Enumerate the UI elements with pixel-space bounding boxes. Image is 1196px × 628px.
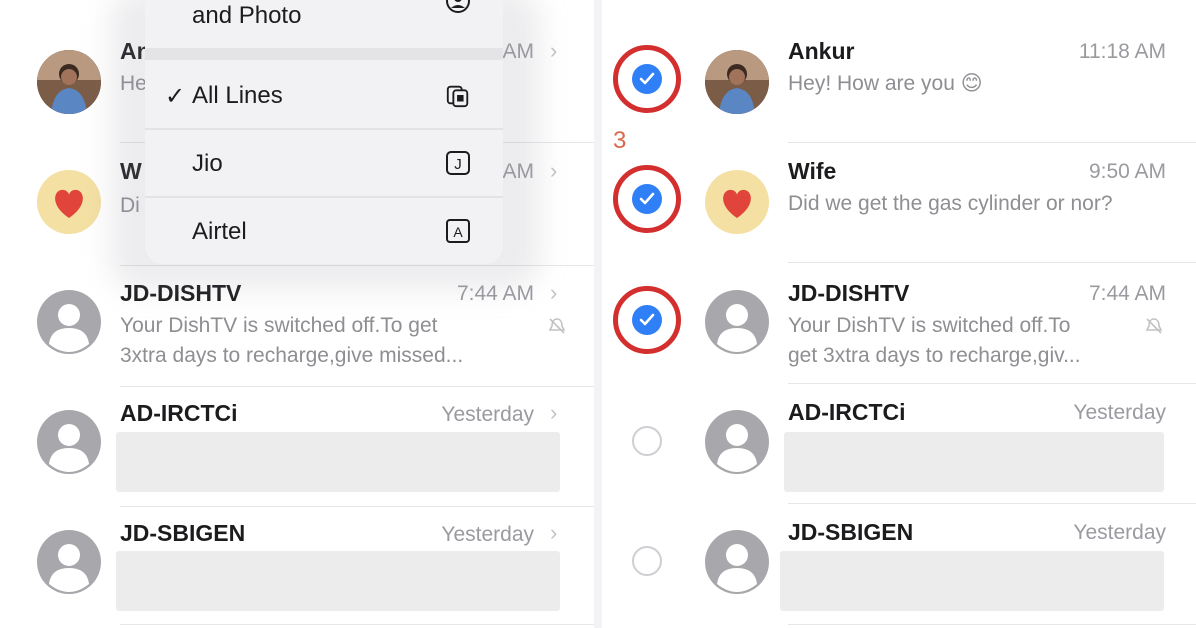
checkmark-icon <box>639 72 655 85</box>
svg-text:A: A <box>453 224 463 240</box>
divider <box>788 503 1196 504</box>
message-preview: Did we get the gas cylinder or nor? <box>788 192 1113 215</box>
menu-item-airtel[interactable]: Airtel A <box>145 198 503 264</box>
message-preview-line2: 3xtra days to recharge,give missed... <box>120 344 464 367</box>
message-preview-line2: get 3xtra days to recharge,giv... <box>788 344 1081 367</box>
message-time: Yesterday <box>1073 521 1166 544</box>
selection-checkbox[interactable] <box>632 426 662 456</box>
person-icon <box>49 424 89 472</box>
divider <box>788 142 1196 143</box>
selection-checkbox[interactable] <box>632 184 662 214</box>
chevron-right-icon: › <box>550 280 558 305</box>
contact-name: JD-SBIGEN <box>788 519 914 545</box>
checkmark-icon <box>639 313 655 326</box>
muted-bell-icon <box>548 318 566 334</box>
contact-name: Wife <box>788 158 837 184</box>
avatar <box>705 530 769 594</box>
person-icon <box>49 304 89 352</box>
contact-icon <box>446 0 470 13</box>
message-time: 11:18 AM <box>1078 40 1166 63</box>
contact-name: JD-DISHTV <box>788 280 910 306</box>
divider <box>788 383 1196 384</box>
avatar <box>37 50 101 114</box>
selection-checkbox[interactable] <box>632 305 662 335</box>
menu-item-label: All Lines <box>192 82 283 109</box>
message-time: Yesterday <box>441 403 534 426</box>
avatar <box>37 170 101 234</box>
menu-section-gap <box>145 48 503 60</box>
selection-checkbox[interactable] <box>632 546 662 576</box>
redacted-preview <box>116 551 560 611</box>
muted-bell-icon <box>1145 318 1163 334</box>
message-preview: Your DishTV is switched off.To get <box>120 314 438 337</box>
heart-icon <box>55 189 83 218</box>
message-time: 9:50 AM <box>1088 160 1166 183</box>
menu-item-all-lines[interactable]: ✓ All Lines <box>145 60 503 128</box>
menu-item-contact-photo[interactable]: and Photo <box>145 0 503 50</box>
sim-a-icon: A <box>446 219 470 243</box>
divider <box>120 506 594 507</box>
selection-checkbox[interactable] <box>632 64 662 94</box>
avatar <box>37 530 101 594</box>
contact-name: JD-SBIGEN <box>120 520 246 546</box>
sim-cards-icon <box>446 85 469 108</box>
message-preview: Hey! How are you 😊 <box>788 72 983 95</box>
person-icon <box>717 544 757 592</box>
menu-item-label: Jio <box>192 150 223 177</box>
avatar <box>705 50 769 114</box>
redacted-preview <box>784 432 1164 492</box>
checkmark-icon <box>639 192 655 205</box>
divider <box>788 262 1196 263</box>
divider <box>120 386 594 387</box>
avatar <box>37 410 101 474</box>
avatar <box>705 290 769 354</box>
person-icon <box>49 544 89 592</box>
step-number: 3 <box>613 127 627 154</box>
filter-menu: and Photo ✓ All Lines Jio J Airtel A <box>145 0 503 264</box>
redacted-preview <box>116 432 560 492</box>
menu-item-label: Airtel <box>192 218 247 245</box>
sim-j-icon: J <box>446 151 470 175</box>
svg-text:J: J <box>454 156 462 173</box>
redacted-preview <box>780 551 1164 611</box>
message-preview: Your DishTV is switched off.To <box>788 314 1071 337</box>
menu-item-label: and Photo <box>192 2 302 29</box>
avatar <box>37 290 101 354</box>
heart-icon <box>723 189 751 218</box>
message-time: 7:44 AM <box>1088 282 1166 305</box>
chevron-right-icon: › <box>550 400 558 425</box>
contact-name: AD-IRCTCi <box>788 399 906 425</box>
right-screen: 3 Ankur 11:18 AM Hey! How are you 😊 Wife… <box>602 0 1196 628</box>
avatar <box>705 170 769 234</box>
message-time: Yesterday <box>441 523 534 546</box>
person-icon <box>717 304 757 352</box>
menu-item-jio[interactable]: Jio J <box>145 130 503 196</box>
left-screen: An He AM › W Di AM › JD-DISHTV 7:44 AM ›… <box>0 0 594 628</box>
chevron-right-icon: › <box>550 520 558 545</box>
checkmark-icon: ✓ <box>165 83 186 110</box>
contact-name: Ankur <box>788 38 855 64</box>
person-icon <box>717 424 757 472</box>
avatar <box>705 410 769 474</box>
chevron-right-icon: › <box>550 158 558 183</box>
divider <box>120 624 594 625</box>
chevron-right-icon: › <box>550 38 558 63</box>
contact-name: AD-IRCTCi <box>120 400 238 426</box>
divider <box>788 624 1196 625</box>
panel-divider <box>594 0 602 628</box>
message-time: Yesterday <box>1073 401 1166 424</box>
